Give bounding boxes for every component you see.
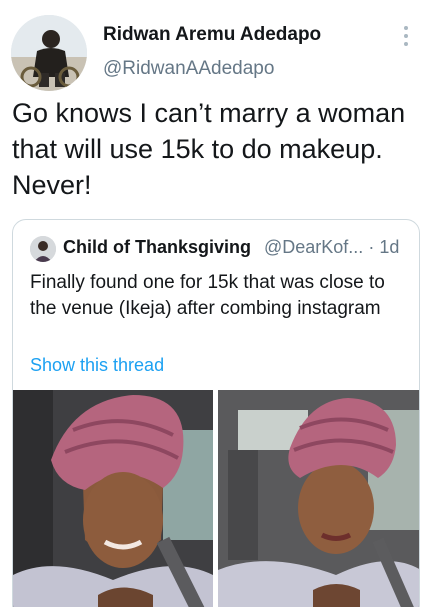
tweet-text: Go knows I can’t marry a woman that will… xyxy=(12,98,406,200)
quoted-author-meta: @DearKof... · 1d xyxy=(264,237,399,258)
quoted-author-handle[interactable]: @DearKof... xyxy=(264,237,363,257)
author-handle[interactable]: @RidwanAAdedapo xyxy=(103,58,274,80)
quoted-tweet-text: Finally found one for 15k that was close… xyxy=(30,272,385,319)
meta-separator: · xyxy=(368,237,375,257)
quoted-photo-2[interactable] xyxy=(218,390,419,607)
more-vertical-icon[interactable] xyxy=(399,24,413,48)
show-thread-link[interactable]: Show this thread xyxy=(30,355,164,376)
quoted-tweet-card[interactable]: Child of Thanksgiving @DearKof... · 1d F… xyxy=(12,219,420,607)
avatar-photo xyxy=(11,15,87,91)
quoted-tweet-time[interactable]: 1d xyxy=(379,237,399,257)
quoted-photo-1[interactable] xyxy=(13,390,213,607)
woman-in-gele-photo xyxy=(218,390,419,607)
author-avatar[interactable] xyxy=(11,15,87,91)
woman-in-gele-photo xyxy=(13,390,213,607)
quoted-author-avatar[interactable] xyxy=(30,236,56,262)
quoted-avatar-photo xyxy=(30,236,56,262)
author-name[interactable]: Ridwan Aremu Adedapo xyxy=(103,24,321,46)
quoted-author-name[interactable]: Child of Thanksgiving xyxy=(63,237,251,258)
